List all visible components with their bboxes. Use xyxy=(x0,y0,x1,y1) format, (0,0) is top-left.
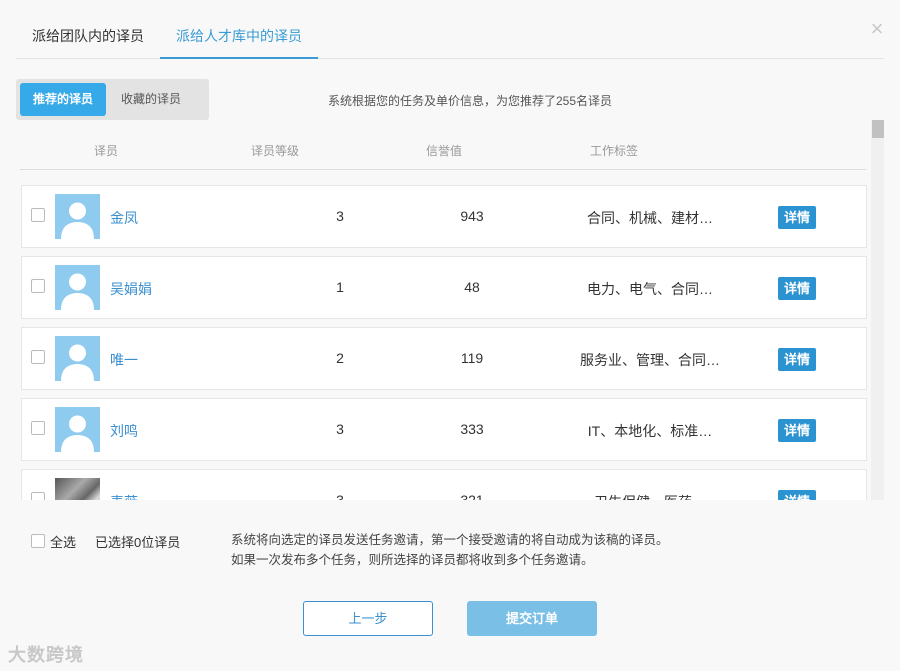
table-header: 译员 译员等级 信誉值 工作标签 xyxy=(20,130,866,170)
detail-button[interactable]: 详情 xyxy=(778,206,816,229)
tab-bar: 派给团队内的译员 派给人才库中的译员 xyxy=(16,16,884,59)
photo-avatar-icon xyxy=(55,478,100,500)
translator-tags: 卫生保健、医药… xyxy=(550,492,750,500)
translator-name-link[interactable]: 吴娟娟 xyxy=(110,279,152,299)
detail-button[interactable]: 详情 xyxy=(778,419,816,442)
table-row: 刘鸣 3 333 IT、本地化、标准… 详情 xyxy=(21,398,867,461)
invitation-message: 系统将向选定的译员发送任务邀请，第一个接受邀请的将自动成为该稿的译员。 如果一次… xyxy=(231,530,669,570)
column-header-tags: 工作标签 xyxy=(590,144,639,158)
selected-count: 已选择0位译员 xyxy=(95,535,181,550)
select-all-label[interactable]: 全选 xyxy=(50,532,76,551)
translator-credit: 48 xyxy=(464,279,480,295)
detail-button[interactable]: 详情 xyxy=(778,490,816,500)
translator-credit: 321 xyxy=(460,492,484,500)
translator-tags: 电力、电气、合同… xyxy=(587,281,713,297)
table-row: 唯一 2 119 服务业、管理、合同… 详情 xyxy=(21,327,867,390)
default-avatar-icon xyxy=(55,194,100,239)
detail-button[interactable]: 详情 xyxy=(778,348,816,371)
translator-name-link[interactable]: 麦薇 xyxy=(110,492,138,500)
default-avatar-icon xyxy=(55,407,100,452)
translator-tags: 合同、机械、建材… xyxy=(587,210,713,226)
default-avatar-icon xyxy=(55,336,100,381)
row-checkbox[interactable] xyxy=(31,208,45,222)
select-all-checkbox[interactable] xyxy=(31,534,45,548)
dispatch-dialog: 派给团队内的译员 派给人才库中的译员 × 推荐的译员 收藏的译员 系统根据您的任… xyxy=(0,0,900,671)
recommendation-notice: 系统根据您的任务及单价信息，为您推荐了255名译员 xyxy=(328,94,613,108)
previous-step-button[interactable]: 上一步 xyxy=(303,601,433,636)
translator-level: 3 xyxy=(336,208,344,224)
list-scrollbar[interactable] xyxy=(871,120,884,500)
tab-team-translators[interactable]: 派给团队内的译员 xyxy=(16,16,160,59)
row-checkbox[interactable] xyxy=(31,350,45,364)
invitation-message-line2: 如果一次发布多个任务，则所选择的译员都将收到多个任务邀请。 xyxy=(231,553,594,567)
watermark-logo: 大数跨境 xyxy=(8,645,84,665)
column-header-translator: 译员 xyxy=(94,144,119,158)
translator-level: 2 xyxy=(336,350,344,366)
invitation-message-line1: 系统将向选定的译员发送任务邀请，第一个接受邀请的将自动成为该稿的译员。 xyxy=(231,533,669,547)
translator-level: 3 xyxy=(336,421,344,437)
column-header-level: 译员等级 xyxy=(251,144,300,158)
row-checkbox[interactable] xyxy=(31,421,45,435)
translator-list: 金凤 3 943 合同、机械、建材… 详情 吴娟娟 1 48 电力、电气、合同…… xyxy=(20,178,868,500)
translator-credit: 119 xyxy=(460,350,484,366)
detail-button[interactable]: 详情 xyxy=(778,277,816,300)
translator-tags: IT、本地化、标准… xyxy=(587,423,713,439)
favorite-translators-button[interactable]: 收藏的译员 xyxy=(108,83,194,116)
row-checkbox[interactable] xyxy=(31,279,45,293)
translator-credit: 333 xyxy=(460,421,484,437)
translator-level: 3 xyxy=(336,492,344,500)
recommended-translators-button[interactable]: 推荐的译员 xyxy=(20,83,107,116)
translator-tags: 服务业、管理、合同… xyxy=(580,352,720,368)
translator-name-link[interactable]: 刘鸣 xyxy=(110,421,138,441)
column-header-credit: 信誉值 xyxy=(426,144,463,158)
table-row: 金凤 3 943 合同、机械、建材… 详情 xyxy=(21,185,867,248)
submit-order-button[interactable]: 提交订单 xyxy=(467,601,597,636)
default-avatar-icon xyxy=(55,265,100,310)
list-scrollbar-thumb[interactable] xyxy=(872,120,884,138)
row-checkbox[interactable] xyxy=(31,492,45,500)
tab-talent-pool-translators[interactable]: 派给人才库中的译员 xyxy=(160,16,318,59)
translator-name-link[interactable]: 金凤 xyxy=(110,208,138,228)
table-row: 麦薇 3 321 卫生保健、医药… 详情 xyxy=(21,469,867,500)
translator-credit: 943 xyxy=(460,208,484,224)
translator-source-toggle: 推荐的译员 收藏的译员 xyxy=(16,79,209,120)
translator-level: 1 xyxy=(336,279,344,295)
table-row: 吴娟娟 1 48 电力、电气、合同… 详情 xyxy=(21,256,867,319)
close-icon[interactable]: × xyxy=(868,18,886,40)
translator-name-link[interactable]: 唯一 xyxy=(110,350,138,370)
